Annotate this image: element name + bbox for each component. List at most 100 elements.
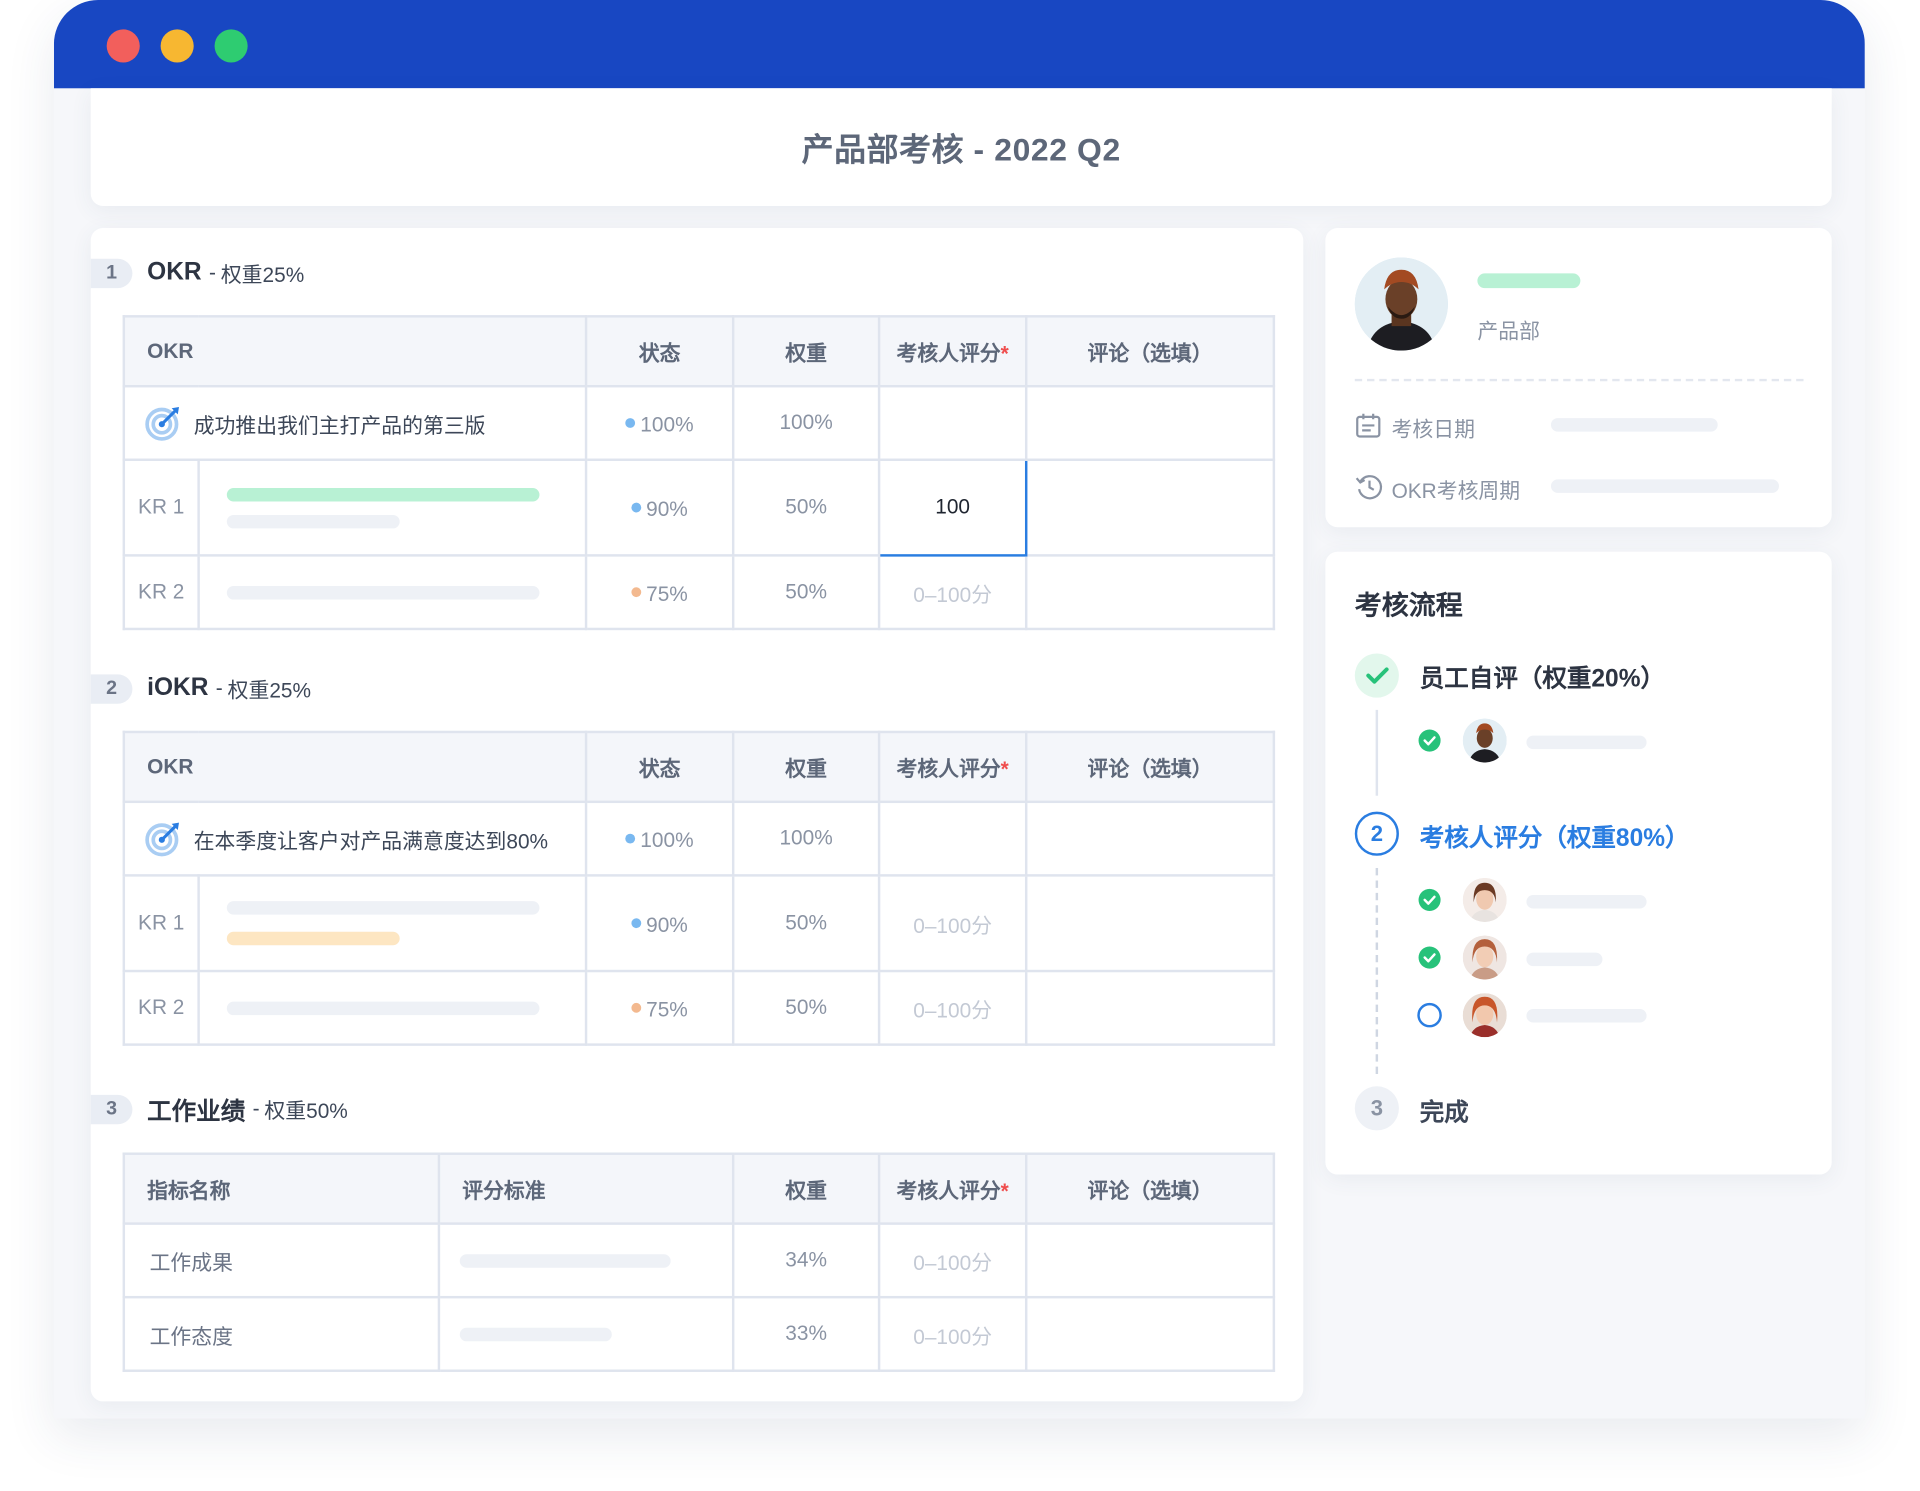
review-date-label: 考核日期: [1391, 418, 1475, 442]
page-title-card: 产品部考核 - 2022 Q2: [90, 88, 1832, 206]
kr-text-placeholder: [226, 901, 540, 915]
objective-cell: 在本季度让客户对产品满意度达到80%: [122, 800, 588, 877]
col-header-score: 考核人评分*: [877, 315, 1028, 388]
iokr-table: OKR 状态 权重 考核人评分* 评论（选填） 在本季度让客户对产品满意度达到8…: [122, 730, 1276, 1046]
target-icon: [145, 405, 182, 442]
target-icon: [145, 820, 182, 857]
col-header-score: 考核人评分*: [877, 730, 1028, 804]
weight-cell: 50%: [731, 874, 881, 973]
reviewer-avatar: [1462, 993, 1507, 1038]
score-cell[interactable]: [877, 384, 1028, 461]
reviewer-done-check-icon: [1418, 946, 1441, 969]
step-number-circle: 2: [1354, 811, 1399, 856]
comment-cell[interactable]: [1024, 969, 1276, 1046]
step-label-reviewer-score: 考核人评分（权重80%）: [1419, 825, 1690, 853]
reviewer-name-placeholder: [1526, 735, 1647, 750]
kr-content-cell: [197, 554, 588, 631]
col-header-okr: OKR: [122, 315, 588, 388]
close-window-button[interactable]: [106, 29, 140, 63]
review-process-card: 考核流程 员工自评（权重20%） 2 考核人评分（权重80%） 3 完成: [1325, 551, 1832, 1175]
col-header-status: 状态: [584, 730, 735, 804]
score-input[interactable]: 100: [877, 458, 1028, 557]
score-input[interactable]: 0–100分: [877, 874, 1028, 973]
reviewer-done-check-icon: [1418, 888, 1441, 911]
objective-cell: 成功推出我们主打产品的第三版: [122, 384, 588, 461]
profile-divider: [1354, 378, 1804, 382]
score-input[interactable]: 0–100分: [877, 554, 1028, 631]
table-header-row: 指标名称 评分标准 权重 考核人评分* 评论（选填）: [122, 1152, 1276, 1225]
comment-cell[interactable]: [1024, 384, 1276, 461]
process-title: 考核流程: [1354, 589, 1463, 621]
comment-cell[interactable]: [1024, 800, 1276, 877]
kr-text-placeholder: [226, 1001, 540, 1015]
section-work-header: 3 工作业绩 - 权重50%: [90, 1091, 348, 1127]
reviewer-name-placeholder: [1526, 952, 1603, 967]
criteria-cell: [437, 1295, 735, 1372]
kr-label: KR 2: [122, 554, 200, 631]
key-result-row: KR 2 75% 50% 0–100分: [122, 969, 1276, 1046]
status-value: 100%: [640, 412, 694, 436]
table-row: 工作态度 33% 0–100分: [122, 1295, 1276, 1372]
kr-content-cell: [197, 458, 588, 557]
comment-cell[interactable]: [1024, 1222, 1276, 1299]
section-number: 3: [90, 1094, 133, 1124]
step-label-complete: 完成: [1419, 1099, 1469, 1127]
weight-cell: 50%: [731, 554, 881, 631]
kr-text-placeholder: [226, 585, 540, 599]
required-marker: *: [1000, 757, 1009, 781]
col-header-weight: 权重: [731, 730, 881, 804]
reviewer-pending-circle-icon: [1417, 1002, 1442, 1028]
comment-cell[interactable]: [1024, 1295, 1276, 1372]
criteria-text-placeholder: [459, 1253, 671, 1268]
step-number: 2: [1370, 820, 1383, 846]
section-title: 工作业绩: [147, 1098, 246, 1126]
status-dot-icon: [631, 586, 642, 597]
minimize-window-button[interactable]: [160, 29, 194, 63]
table-header-row: OKR 状态 权重 考核人评分* 评论（选填）: [122, 315, 1276, 388]
col-header-comment: 评论（选填）: [1024, 315, 1276, 388]
col-header-okr: OKR: [122, 730, 588, 804]
step-number-circle: 3: [1354, 1086, 1399, 1131]
key-result-row: KR 1 90% 50% 100: [122, 458, 1276, 557]
status-dot-icon: [631, 917, 642, 928]
page-title: 产品部考核 - 2022 Q2: [801, 130, 1121, 168]
score-input[interactable]: 0–100分: [877, 969, 1028, 1046]
weight-cell: 50%: [731, 969, 881, 1046]
score-input[interactable]: 0–100分: [877, 1295, 1028, 1372]
kr-label: KR 1: [122, 874, 200, 973]
app-window: 产品部考核 - 2022 Q2 1 OKR - 权重25% OKR 状态 权重 …: [53, 0, 1865, 1419]
kr-text-placeholder: [226, 487, 540, 501]
step-connector-line: [1375, 868, 1379, 1075]
comment-cell[interactable]: [1024, 554, 1276, 631]
comment-cell[interactable]: [1024, 874, 1276, 973]
status-dot-icon: [625, 417, 636, 428]
review-form-card: 1 OKR - 权重25% OKR 状态 权重 考核人评分* 评论（选填） 成功…: [90, 228, 1304, 1402]
okr-cycle-label: OKR考核周期: [1391, 479, 1521, 503]
score-header-label: 考核人评分: [896, 342, 1001, 366]
review-date-value-placeholder: [1550, 418, 1718, 432]
section-okr-header: 1 OKR - 权重25%: [90, 257, 305, 288]
reviewer-avatar: [1462, 877, 1507, 922]
score-cell[interactable]: [877, 800, 1028, 877]
status-value: 75%: [646, 997, 688, 1021]
status-value: 75%: [646, 581, 688, 606]
weight-cell: 50%: [731, 458, 881, 557]
status-value: 100%: [640, 828, 694, 852]
col-header-criteria: 评分标准: [437, 1152, 735, 1225]
step-connector-line: [1375, 709, 1379, 796]
score-header-label: 考核人评分: [896, 757, 1001, 781]
comment-cell[interactable]: [1024, 458, 1276, 557]
section-title: iOKR: [147, 674, 209, 702]
step-label-self-review: 员工自评（权重20%）: [1419, 665, 1666, 693]
criteria-text-placeholder: [459, 1327, 612, 1341]
score-header-label: 考核人评分: [896, 1179, 1001, 1203]
status-dot-icon: [631, 502, 642, 512]
step-done-check-icon: [1354, 653, 1399, 698]
status-dot-icon: [631, 1002, 642, 1013]
required-marker: *: [1000, 1179, 1009, 1203]
objective-text: 成功推出我们主打产品的第三版: [193, 413, 486, 438]
score-input[interactable]: 0–100分: [877, 1222, 1028, 1299]
maximize-window-button[interactable]: [214, 29, 248, 63]
employee-small-avatar: [1462, 718, 1507, 763]
section-number: 2: [90, 673, 133, 704]
